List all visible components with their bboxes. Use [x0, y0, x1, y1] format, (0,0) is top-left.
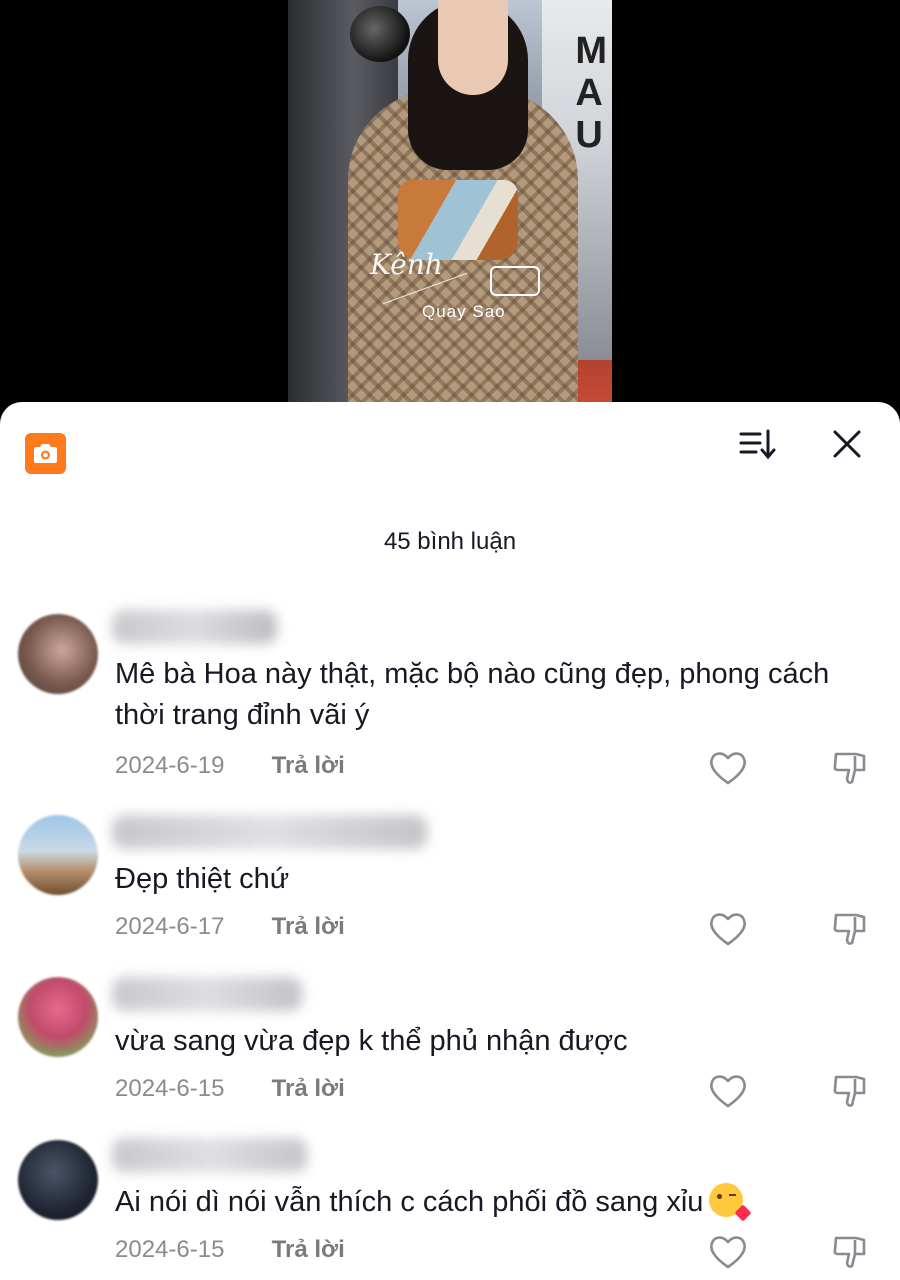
close-icon — [833, 430, 861, 458]
comments-sheet: 45 bình luận Mê bà Hoa này thật, mặc bộ … — [0, 402, 900, 1280]
dislike-button[interactable] — [830, 748, 870, 788]
camera-button[interactable] — [25, 433, 66, 474]
comment-text: Mê bà Hoa này thật, mặc bộ nào cũng đẹp,… — [115, 658, 830, 731]
kissing-face-emoji — [709, 1183, 752, 1222]
comment-text: Đẹp thiệt chứ — [115, 863, 290, 895]
thumbs-down-icon — [833, 913, 866, 945]
comment-text: Ai nói dì nói vẫn thích c cách phối đồ s… — [115, 1182, 855, 1223]
video-frame[interactable]: MAU — [288, 0, 612, 402]
heart-icon — [710, 752, 746, 785]
close-button[interactable] — [826, 424, 868, 464]
heart-icon — [710, 1075, 746, 1108]
comment-meta: 2024-6-15 Trả lời — [115, 1236, 345, 1264]
camera-icon — [34, 444, 57, 463]
dislike-button[interactable] — [830, 1071, 870, 1111]
dislike-button[interactable] — [830, 1232, 870, 1272]
like-button[interactable] — [708, 911, 748, 947]
comment-date: 2024-6-17 — [115, 913, 225, 940]
sort-button[interactable] — [736, 424, 778, 464]
user-avatar[interactable] — [18, 977, 98, 1057]
reply-button[interactable]: Trả lời — [272, 1236, 345, 1263]
heart-icon — [710, 913, 746, 946]
comment-meta: 2024-6-19 Trả lời — [115, 752, 345, 780]
user-avatar[interactable] — [18, 815, 98, 895]
username-redacted[interactable] — [112, 977, 302, 1011]
comment-date: 2024-6-19 — [115, 752, 225, 779]
reply-button[interactable]: Trả lời — [272, 1075, 345, 1102]
comment-text: vừa sang vừa đẹp k thể phủ nhận được — [115, 1025, 628, 1057]
user-avatar[interactable] — [18, 614, 98, 694]
watermark-camera-logo — [490, 266, 540, 296]
like-button[interactable] — [708, 1073, 748, 1109]
username-redacted[interactable] — [112, 815, 427, 849]
video-subject-face — [438, 0, 508, 95]
channel-watermark: Kênh Quay Sao — [300, 248, 540, 328]
username-redacted[interactable] — [112, 610, 277, 644]
heart-icon — [710, 1236, 746, 1269]
reply-button[interactable]: Trả lời — [272, 752, 345, 779]
comment-date: 2024-6-15 — [115, 1236, 225, 1263]
like-button[interactable] — [708, 750, 748, 786]
username-redacted[interactable] — [112, 1138, 307, 1172]
comment-meta: 2024-6-15 Trả lời — [115, 1075, 345, 1103]
background-camera — [350, 6, 410, 62]
thumbs-down-icon — [833, 1075, 866, 1107]
comment-count: 45 bình luận — [383, 528, 517, 555]
video-player[interactable]: MAU Kênh Quay Sao — [0, 0, 900, 420]
thumbs-down-icon — [833, 752, 866, 784]
watermark-subtitle: Quay Sao — [422, 302, 506, 321]
reply-button[interactable]: Trả lời — [272, 913, 345, 940]
user-avatar[interactable] — [18, 1140, 98, 1220]
thumbs-down-icon — [833, 1236, 866, 1268]
comment-text-body: Ai nói dì nói vẫn thích c cách phối đồ s… — [115, 1186, 704, 1218]
like-button[interactable] — [708, 1234, 748, 1270]
comment-meta: 2024-6-17 Trả lời — [115, 913, 345, 941]
watermark-script: Kênh — [370, 248, 443, 281]
poster-letters: MAU — [575, 30, 608, 156]
sort-icon — [739, 429, 776, 460]
comment-date: 2024-6-15 — [115, 1075, 225, 1102]
dislike-button[interactable] — [830, 909, 870, 949]
